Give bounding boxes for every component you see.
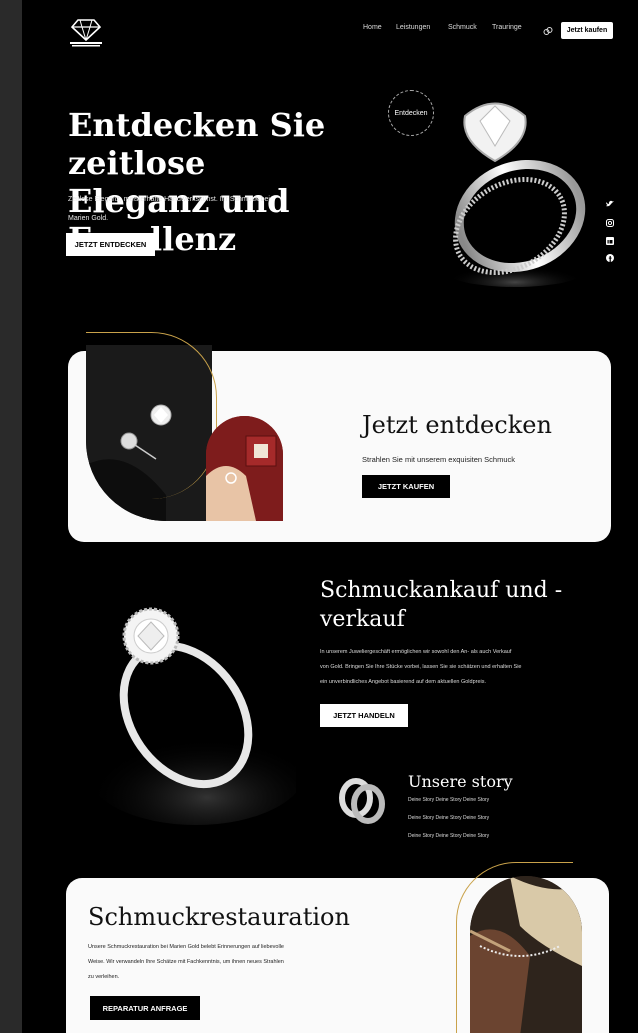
trade-now-button[interactable]: JETZT HANDELN bbox=[320, 704, 408, 727]
nav-leistungen[interactable]: Leistungen bbox=[396, 24, 430, 31]
restoration-text-line-2: Weise. Wir verwandeln Ihre Schätze mit F… bbox=[88, 959, 284, 965]
restoration-text-line-3: zu verleihen. bbox=[88, 974, 120, 980]
hero-subtitle-line-2: Marien Gold. bbox=[68, 215, 109, 222]
discover-button[interactable]: JETZT ENTDECKEN bbox=[66, 233, 155, 256]
ring-box-image bbox=[206, 416, 283, 521]
restoration-title: Schmuckrestauration bbox=[88, 903, 350, 931]
trade-text-line-2: von Gold. Bringen Sie Ihre Stücke vorbei… bbox=[320, 664, 522, 670]
gold-arch-decoration bbox=[86, 332, 217, 499]
hero-ring-image bbox=[410, 86, 590, 296]
nav-trauringe[interactable]: Trauringe bbox=[492, 24, 522, 31]
wedding-rings-image bbox=[334, 772, 390, 828]
story-title: Unsere story bbox=[408, 772, 513, 791]
trade-text-line-1: In unserem Juweliergeschäft ermöglichen … bbox=[320, 649, 512, 655]
nav-home[interactable]: Home bbox=[363, 24, 382, 31]
nav-schmuck[interactable]: Schmuck bbox=[448, 24, 477, 31]
rings-icon[interactable] bbox=[543, 23, 553, 35]
trade-title-line-2: verkauf bbox=[320, 607, 405, 632]
hero-subtitle-line-1: Zeitlose Eleganz, meisterhafte Handwerks… bbox=[68, 196, 270, 203]
logo[interactable] bbox=[68, 18, 104, 48]
page: Home Leistungen Schmuck Trauringe Jetzt … bbox=[22, 0, 638, 1033]
diamond-logo-icon bbox=[70, 19, 102, 47]
story-line-3: Deine Story Deine Story Deine Story bbox=[408, 833, 490, 839]
buy-now-button[interactable]: Jetzt kaufen bbox=[561, 22, 613, 39]
discover-badge[interactable]: Entdecken bbox=[388, 90, 434, 136]
repair-request-button[interactable]: REPARATUR ANFRAGE bbox=[90, 996, 200, 1020]
trade-title-line-1: Schmuckankauf und - bbox=[320, 578, 563, 603]
shop-now-button[interactable]: JETZT KAUFEN bbox=[362, 475, 450, 498]
story-line-2: Deine Story Deine Story Deine Story bbox=[408, 815, 490, 821]
restoration-text: Unsere Schmuckrestauration bei Marien Go… bbox=[88, 940, 358, 985]
facebook-icon[interactable] bbox=[604, 254, 616, 264]
instagram-icon[interactable] bbox=[604, 219, 616, 229]
hero-subtitle: Zeitlose Eleganz, meisterhafte Handwerks… bbox=[68, 190, 338, 228]
solitaire-ring-image bbox=[76, 600, 306, 830]
twitter-icon[interactable] bbox=[604, 200, 616, 210]
restoration-image bbox=[470, 876, 582, 1033]
story-line-1: Deine Story Deine Story Deine Story bbox=[408, 797, 490, 803]
linkedin-icon[interactable] bbox=[604, 237, 616, 247]
restoration-text-line-1: Unsere Schmuckrestauration bei Marien Go… bbox=[88, 944, 284, 950]
trade-title: Schmuckankauf und - verkauf bbox=[320, 576, 562, 634]
discover-title: Jetzt entdecken bbox=[362, 411, 552, 439]
trade-text-line-3: ein unverbindliches Angebot basierend au… bbox=[320, 679, 487, 685]
discover-text: Strahlen Sie mit unserem exquisiten Schm… bbox=[362, 455, 515, 464]
trade-text: In unserem Juweliergeschäft ermöglichen … bbox=[320, 645, 580, 690]
